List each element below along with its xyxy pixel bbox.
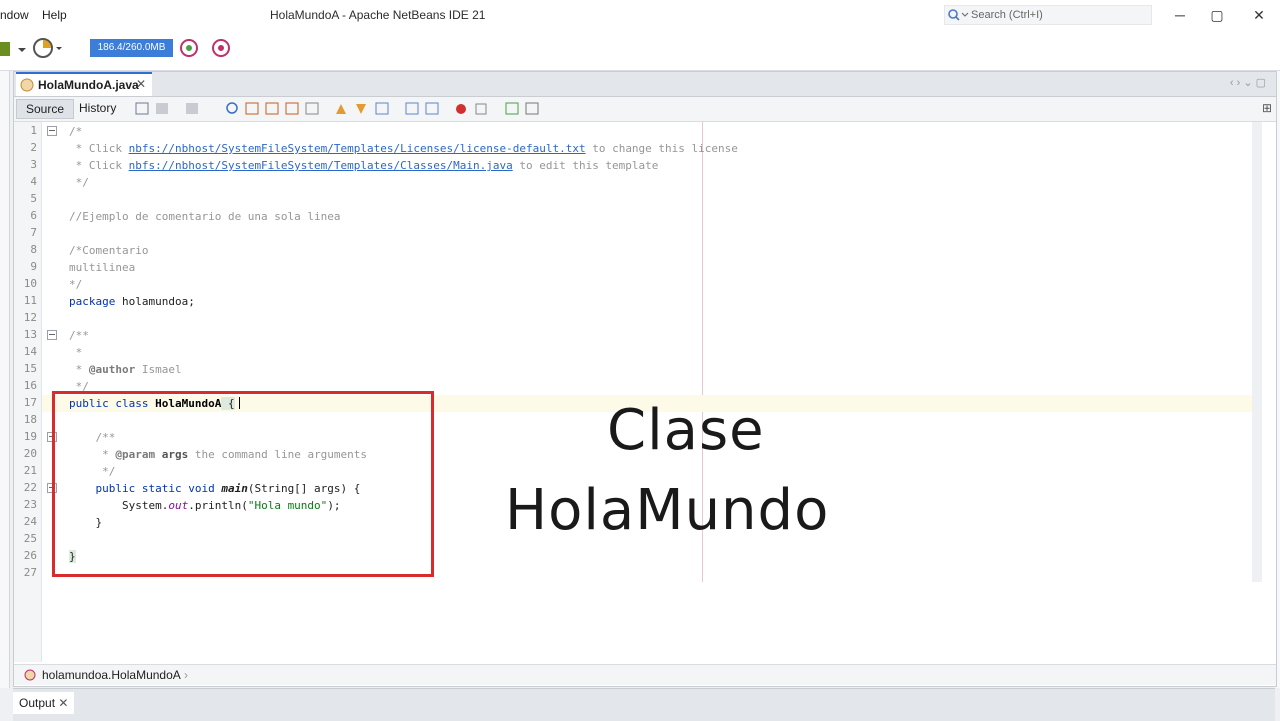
tab-holamundoa-java[interactable]: HolaMundoA.java ✕ [16,72,152,96]
window-title: HolaMundoA - Apache NetBeans IDE 21 [270,8,486,22]
line-number: 16 [23,379,37,392]
java-file-icon [20,78,34,92]
search-placeholder: Search (Ctrl+I) [971,9,1043,21]
profiler-icon[interactable] [210,37,234,61]
line-number: 3 [30,158,37,171]
profile-icon[interactable] [32,38,68,60]
tab-label: HolaMundoA.java [38,78,139,92]
line-number: 19 [23,430,37,443]
vertical-scrollbar[interactable] [1252,122,1262,582]
line-number: 22 [23,481,37,494]
tab-close-icon[interactable]: ✕ [136,77,146,91]
line-number: 7 [30,226,37,239]
line-number: 23 [23,498,37,511]
line-number: 14 [23,345,37,358]
tab-output[interactable]: Output ✕ [13,692,75,714]
line-number: 10 [23,277,37,290]
tab-history[interactable]: History [70,99,125,117]
code-line: /** [69,329,89,342]
menu-window[interactable]: ndow [0,8,29,22]
class-icon [24,669,36,681]
line-number: 21 [23,464,37,477]
output-panel: Output ✕ [13,688,1275,721]
line-number: 2 [30,141,37,154]
line-number: 6 [30,209,37,222]
overlay-title-line2: HolaMundo [505,478,830,543]
editor-tab-strip: HolaMundoA.java ✕ ‹ › ⌄ ▢ [14,72,1276,97]
line-number: 12 [23,311,37,324]
editor-window: HolaMundoA.java ✕ ‹ › ⌄ ▢ Source History [13,71,1277,687]
gc-icon[interactable] [178,37,202,61]
close-window-button[interactable]: ✕ [1249,5,1269,25]
editor-toolbar: Source History ⊞ [14,97,1276,122]
code-line: multilinea [69,261,136,274]
line-number: 17 [23,396,37,409]
line-number: 15 [23,362,37,375]
line-number: 13 [23,328,37,341]
line-number: 1 [30,124,37,137]
line-number: 25 [23,532,37,545]
line-numbers: 1 2 3 4 5 6 7 8 9 10 11 12 13 14 15 16 17 18 19 20 21 22 23 24 2… [13,121,57,661]
code-line: package holamundoa; [69,295,195,308]
code-line: * Click nbfs://nbhost/SystemFileSystem/T… [69,159,659,172]
editor-action-icons[interactable] [134,100,554,118]
menu-bar: ndow Help HolaMundoA - Apache NetBeans I… [0,0,1280,30]
line-number: 9 [30,260,37,273]
breadcrumb: holamundoa.HolaMundoA › [14,664,1276,685]
line-number: 4 [30,175,37,188]
output-close-icon[interactable]: ✕ [58,696,68,710]
chevron-right-icon: › [184,668,188,682]
code-line: * @author Ismael [69,363,182,376]
line-number: 20 [23,447,37,460]
code-line: */ [69,278,83,291]
line-number: 27 [23,566,37,579]
tab-navigation-icons[interactable]: ‹ › ⌄ ▢ [1230,76,1266,89]
line-number: 18 [23,413,37,426]
fold-toggle-icon[interactable] [47,126,57,136]
search-icon [948,9,969,21]
breadcrumb-class[interactable]: holamundoa.HolaMundoA [42,668,181,682]
code-line: /*Comentario [69,244,149,257]
code-line: /* [69,125,83,138]
code-line: */ [69,176,89,189]
build-icon[interactable] [0,38,26,60]
maximize-button[interactable]: ▢ [1207,5,1227,25]
code-line: //Ejemplo de comentario de una sola line… [69,210,341,223]
left-panel-edge [0,71,10,688]
line-number: 26 [23,549,37,562]
code-line: * [69,346,83,359]
search-box[interactable]: Search (Ctrl+I) [944,5,1152,25]
memory-indicator[interactable]: 186.4/260.0MB [90,39,173,57]
line-number: 11 [23,294,37,307]
line-number: 8 [30,243,37,256]
tab-source[interactable]: Source [16,99,75,119]
fold-toggle-icon[interactable] [47,330,57,340]
code-line: * Click nbfs://nbhost/SystemFileSystem/T… [69,142,738,155]
highlight-box [52,391,434,577]
license-link[interactable]: nbfs://nbhost/SystemFileSystem/Templates… [129,142,586,155]
template-link[interactable]: nbfs://nbhost/SystemFileSystem/Templates… [129,159,513,172]
overlay-title-line1: Clase [607,398,765,463]
menu-help[interactable]: Help [42,8,67,22]
split-icon[interactable]: ⊞ [1262,101,1272,115]
line-number: 5 [30,192,37,205]
line-number: 24 [23,515,37,528]
minimize-button[interactable]: ─ [1170,5,1190,25]
